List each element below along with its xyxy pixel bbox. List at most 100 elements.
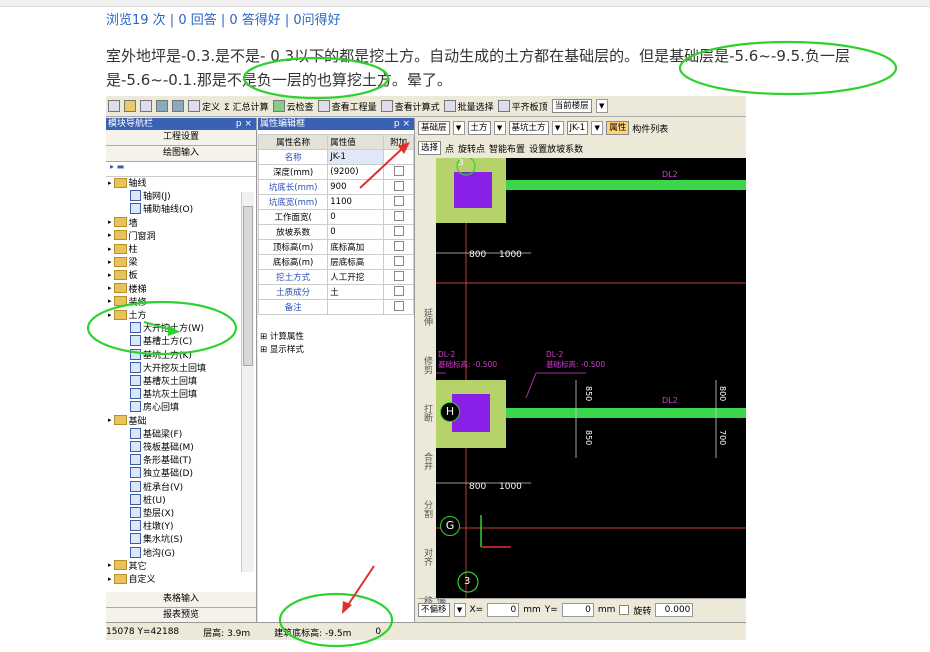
expand-arrow-icon[interactable]: ▸ <box>108 284 112 292</box>
tree-item[interactable]: ▸ 轴线 <box>108 176 147 189</box>
column-top[interactable] <box>454 172 492 208</box>
extra-checkbox[interactable] <box>393 225 404 236</box>
expand-arrow-icon[interactable]: ▸ <box>108 416 112 424</box>
beam-top[interactable] <box>506 180 746 190</box>
property-value[interactable]: 人工开挖 <box>327 269 385 285</box>
x-input[interactable]: 0 <box>487 603 520 617</box>
property-row[interactable]: 备注 <box>257 299 414 315</box>
tree-item[interactable]: 桩承台(V) <box>130 480 183 493</box>
batch-select-button[interactable]: 批量选择 <box>443 100 494 113</box>
property-row[interactable]: 挖土方式 人工开挖 <box>257 269 414 285</box>
tree-item[interactable]: 条形基础(T) <box>130 453 192 466</box>
tree-item[interactable]: 基坑土方(K) <box>130 348 192 361</box>
open-folder-icon[interactable] <box>124 100 136 112</box>
expand-arrow-icon[interactable]: ▸ <box>108 575 112 583</box>
tree-item[interactable]: 地沟(G) <box>130 546 175 559</box>
vertical-tool-button[interactable]: 合并 <box>421 452 434 470</box>
tree-item[interactable]: 基槽土方(C) <box>130 334 192 347</box>
component-select[interactable]: JK-1 <box>566 121 589 135</box>
set-slope-button[interactable]: 设置放坡系数 <box>529 142 583 155</box>
chevron-down-icon[interactable]: ▼ <box>493 121 506 135</box>
vertical-tool-button[interactable]: 对齐 <box>421 548 434 566</box>
property-row[interactable]: 底标高(m) 层底标高 <box>257 254 414 270</box>
tree-item[interactable]: ▸ 楼梯 <box>108 282 147 295</box>
extra-checkbox[interactable] <box>393 285 404 296</box>
vertical-tool-button[interactable]: 修剪 <box>421 356 434 374</box>
tree-item[interactable]: 基槽灰土回填 <box>130 374 197 387</box>
project-settings-button[interactable]: 工程设置 <box>106 130 256 146</box>
component-list-button[interactable]: 构件列表 <box>632 122 668 135</box>
property-value[interactable]: JK-1 <box>327 149 385 165</box>
property-group[interactable]: ⊞ 计算属性 <box>260 330 304 343</box>
collapse-icon[interactable]: ▬ <box>117 162 125 171</box>
tree-item[interactable]: ▸ 门窗洞 <box>108 229 156 242</box>
tree-item[interactable]: ▸ 基础 <box>108 414 147 427</box>
tree-item[interactable]: 集水坑(S) <box>130 532 183 545</box>
expand-arrow-icon[interactable]: ▸ <box>108 311 112 319</box>
tree-item[interactable]: ▸ 装修 <box>108 295 147 308</box>
tree-item[interactable]: ▸ 墙 <box>108 216 138 229</box>
define-button[interactable]: 定义 <box>188 100 220 113</box>
property-row[interactable]: 工作面宽(0 <box>257 209 414 225</box>
tree-item[interactable]: 基坑灰土回填 <box>130 387 197 400</box>
tree-item[interactable]: ▸ 板 <box>108 268 138 281</box>
extra-checkbox[interactable] <box>393 255 404 266</box>
expand-plus-icon[interactable]: ⊞ <box>260 332 270 342</box>
save-icon[interactable] <box>140 100 152 112</box>
tree-item[interactable]: ▸ 梁 <box>108 255 138 268</box>
tree-item[interactable]: 大开挖土方(W) <box>130 321 204 334</box>
table-input-button[interactable]: 表格输入 <box>106 592 256 608</box>
subtype-select[interactable]: 基坑土方 <box>508 121 549 135</box>
panel-pin-close[interactable]: p × <box>394 118 414 130</box>
property-value[interactable]: 土 <box>327 284 385 300</box>
new-file-icon[interactable] <box>108 100 120 112</box>
align-slab-top-button[interactable]: 平齐板顶 <box>497 100 548 113</box>
tree-item[interactable]: ▸ 自定义 <box>108 572 156 585</box>
property-row[interactable]: 坑底宽(mm) 1100 <box>257 194 414 210</box>
tree-item[interactable]: ▸ 土方 <box>108 308 147 321</box>
vertical-tool-button[interactable]: 延伸 <box>421 308 434 326</box>
point-tool-button[interactable]: 点 <box>445 142 454 155</box>
property-row[interactable]: 深度(mm) (9200) <box>257 164 414 180</box>
scrollbar-thumb[interactable] <box>243 206 253 366</box>
expand-arrow-icon[interactable]: ▸ <box>108 258 112 266</box>
redo-icon[interactable] <box>172 100 184 112</box>
expand-arrow-icon[interactable]: ▸ <box>108 271 112 279</box>
property-group[interactable]: ⊞ 显示样式 <box>260 343 304 356</box>
rotate-input[interactable]: 0.000 <box>655 603 694 617</box>
tree-item[interactable]: 房心回填 <box>130 400 179 413</box>
rotate-point-button[interactable]: 旋转点 <box>458 142 485 155</box>
vertical-tool-button[interactable]: 分割 <box>421 500 434 518</box>
extra-checkbox[interactable] <box>393 240 404 251</box>
attribute-button[interactable]: 属性 <box>606 121 630 135</box>
expand-plus-icon[interactable]: ⊞ <box>260 345 270 355</box>
property-value[interactable]: 0 <box>327 224 385 240</box>
y-input[interactable]: 0 <box>561 603 594 617</box>
vertical-tool-button[interactable]: 打断 <box>421 404 434 422</box>
view-quantity-button[interactable]: 查看工程量 <box>317 100 377 113</box>
tree-item[interactable]: 柱墩(Y) <box>130 519 174 532</box>
expand-arrow-icon[interactable]: ▸ <box>108 218 112 226</box>
tree-item[interactable]: 大开挖灰土回填 <box>130 361 206 374</box>
extra-checkbox[interactable] <box>393 270 404 281</box>
cloud-check-button[interactable]: 云检查 <box>272 100 314 113</box>
property-row[interactable]: 土质成分土 <box>257 284 414 300</box>
extra-checkbox[interactable] <box>393 210 404 221</box>
sum-calc-button[interactable]: Σ 汇总计算 <box>224 100 269 113</box>
offset-mode-select[interactable]: 不偏移 <box>418 603 450 617</box>
tree-item[interactable]: 轴网(J) <box>130 189 171 202</box>
extra-checkbox[interactable] <box>393 165 404 176</box>
tree-item[interactable]: 桩(U) <box>130 493 166 506</box>
smart-layout-button[interactable]: 智能布置 <box>489 142 525 155</box>
extra-checkbox[interactable] <box>393 180 404 191</box>
tree-item[interactable]: ▸ 其它 <box>108 559 147 572</box>
select-tool-button[interactable]: 选择 <box>418 141 442 155</box>
property-value[interactable] <box>327 299 385 315</box>
drawing-input-button[interactable]: 绘图输入 <box>106 146 256 162</box>
tree-item[interactable]: 筏板基础(M) <box>130 440 194 453</box>
current-floor-button[interactable]: 当前楼层 <box>551 99 592 113</box>
property-value[interactable]: 层底标高 <box>327 254 385 270</box>
drawing-canvas[interactable]: 3 3 H 800 1000 800 1000 850 850 800 700 … <box>436 158 746 598</box>
property-value[interactable]: 1100 <box>327 194 385 210</box>
chevron-down-icon[interactable]: ▼ <box>595 99 608 113</box>
